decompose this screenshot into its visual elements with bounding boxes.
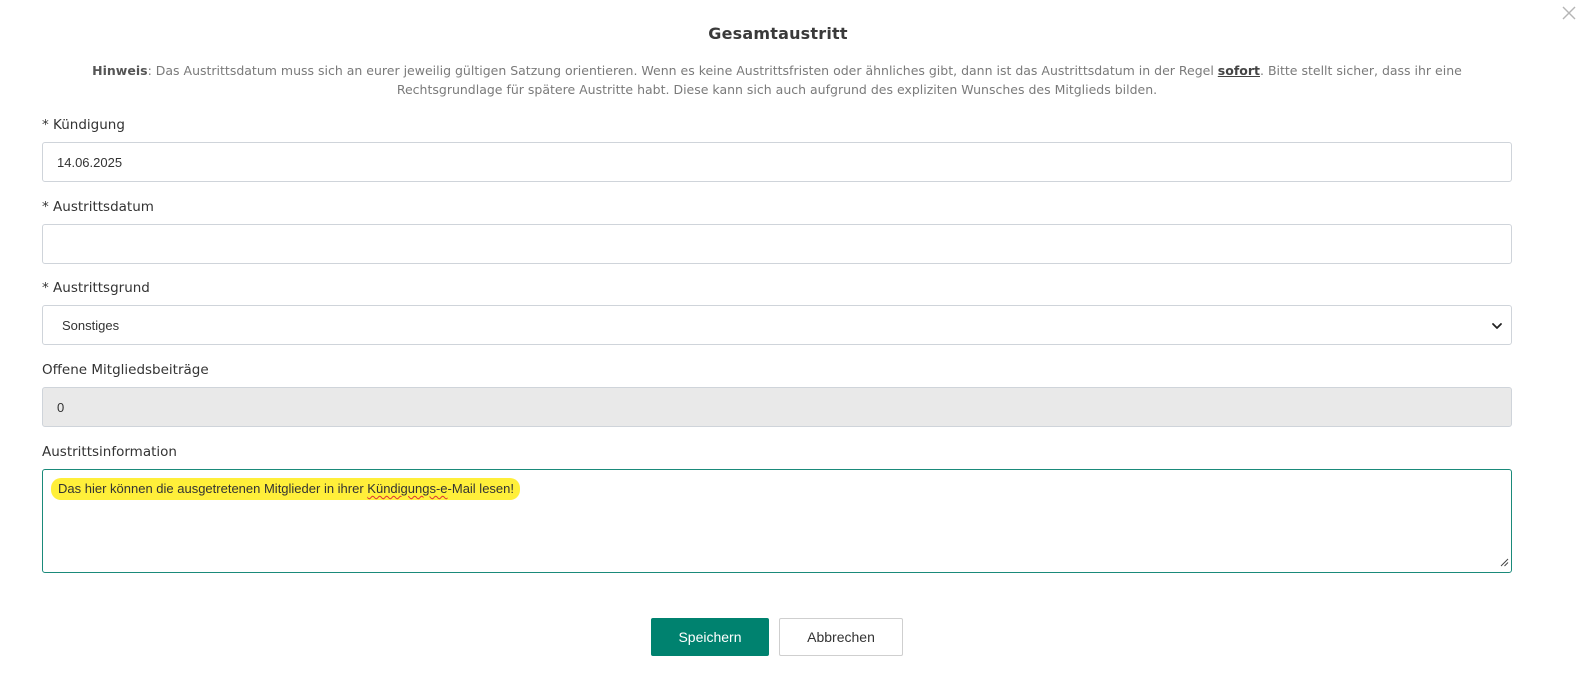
close-icon[interactable]	[1560, 4, 1578, 22]
kuendigung-value: 14.06.2025	[57, 154, 123, 170]
hint-text-before: : Das Austrittsdatum muss sich an eurer …	[147, 63, 1218, 78]
kuendigung-label: * Kündigung	[42, 117, 125, 133]
dialog-title: Gesamtaustritt	[708, 24, 848, 43]
cancel-button[interactable]: Abbrechen	[779, 618, 903, 656]
save-button[interactable]: Speichern	[651, 618, 769, 656]
austrittsinformation-label: Austrittsinformation	[42, 444, 177, 460]
hint-text: Hinweis: Das Austrittsdatum muss sich an…	[42, 61, 1512, 99]
austrittsinformation-text-before: Das hier können die ausgetretenen Mitgli…	[58, 481, 368, 496]
austrittsdatum-label: * Austrittsdatum	[42, 199, 154, 215]
austrittsgrund-selected: Sonstiges	[62, 317, 120, 333]
hint-label: Hinweis	[92, 63, 148, 78]
austrittsinformation-text: Das hier können die ausgetretenen Mitgli…	[51, 478, 520, 500]
austrittsgrund-label: * Austrittsgrund	[42, 280, 150, 296]
austrittsinformation-text-after: -Mail lesen!	[447, 481, 514, 496]
offene-beitraege-value: 0	[57, 399, 65, 415]
exit-dialog: Gesamtaustritt Hinweis: Das Austrittsdat…	[0, 0, 1590, 693]
austrittsgrund-select[interactable]: Sonstiges	[42, 305, 1512, 345]
chevron-down-icon	[1491, 320, 1503, 335]
offene-beitraege-label: Offene Mitgliedsbeiträge	[42, 362, 209, 378]
offene-beitraege-input: 0	[42, 387, 1512, 427]
austrittsdatum-input[interactable]	[42, 224, 1512, 264]
austrittsinformation-textarea[interactable]: Das hier können die ausgetretenen Mitgli…	[42, 469, 1512, 573]
kuendigung-input[interactable]: 14.06.2025	[42, 142, 1512, 182]
hint-emphasis: sofort	[1217, 63, 1260, 78]
spellcheck-word: Kündigungs-e	[367, 481, 448, 496]
resize-handle-icon[interactable]	[1499, 555, 1509, 570]
